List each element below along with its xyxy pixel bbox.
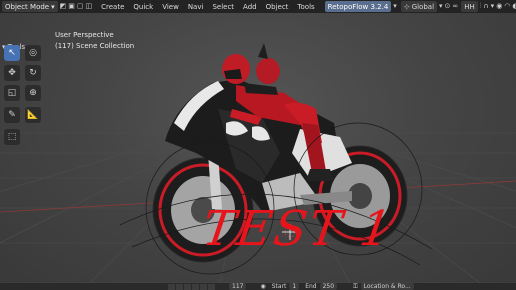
rotate-tool[interactable]: ↻ — [25, 65, 41, 81]
select-icon[interactable]: ▣ — [68, 2, 75, 11]
tool-shelf: ↖ ◎ ✥ ↻ ◱ ⊕ ✎ 📐 ⬚ — [1, 45, 47, 170]
timeline-bar: 117 ◉ Start 1 End 250 ⚿ Location & Ro... — [0, 283, 516, 290]
end-frame-field[interactable]: 250 — [319, 283, 338, 290]
move-tool[interactable]: ✥ — [4, 65, 20, 81]
menu-add[interactable]: Add — [243, 3, 257, 11]
retopoflow-label: RetopoFlow 3.2.4 — [327, 2, 389, 11]
start-frame-field[interactable]: 1 — [289, 283, 300, 290]
deselect-icon[interactable]: ▢ — [77, 2, 84, 11]
pivot-icon[interactable]: ⊙ — [445, 2, 451, 11]
overlay-test-text: TEST 1 — [199, 201, 397, 257]
hh-button[interactable]: HH — [461, 1, 478, 12]
scene-collection-label: (117) Scene Collection — [55, 42, 135, 50]
next-keyframe-icon[interactable] — [200, 283, 207, 290]
transform-tool[interactable]: ⊕ — [25, 85, 41, 101]
menu-navi[interactable]: Navi — [188, 3, 204, 11]
menu-object[interactable]: Object — [266, 3, 289, 11]
orientation-icon: ⊹ — [403, 2, 410, 11]
snap-icon[interactable]: ⫶ — [480, 2, 482, 11]
keying-set-field[interactable]: Location & Ro... — [360, 283, 414, 290]
chevron-down-icon[interactable]: ▾ — [491, 2, 495, 11]
orientation-selector[interactable]: ⊹ Global — [400, 1, 438, 12]
orientation-label: Global — [411, 2, 435, 11]
menu-view[interactable]: View — [162, 3, 179, 11]
scale-tool[interactable]: ◱ — [4, 85, 20, 101]
retopoflow-button[interactable]: RetopoFlow 3.2.4 — [324, 1, 392, 12]
annotate-tool[interactable]: ✎ — [4, 107, 20, 123]
link-icon[interactable]: ∞ — [452, 2, 458, 11]
falloff-icon[interactable]: ◠ — [504, 2, 510, 11]
mode-label: Object Mode — [5, 2, 50, 11]
prev-keyframe-icon[interactable] — [176, 283, 183, 290]
start-label: Start — [271, 283, 287, 290]
jump-start-icon[interactable] — [168, 283, 175, 290]
view-icon[interactable]: ◩ — [60, 2, 67, 11]
chevron-down-icon[interactable]: ▾ — [439, 2, 443, 11]
proportional-icon[interactable]: ◉ — [496, 2, 502, 11]
menu-select[interactable]: Select — [212, 3, 234, 11]
hh-label: HH — [464, 2, 475, 11]
cursor-tool[interactable]: ◎ — [25, 45, 41, 61]
play-icon[interactable] — [192, 283, 199, 290]
menu-create[interactable]: Create — [101, 3, 124, 11]
jump-end-icon[interactable] — [208, 283, 215, 290]
record-icon[interactable]: ◉ — [260, 283, 265, 290]
overlay-icon[interactable]: ◐ — [512, 2, 516, 11]
chevron-down-icon: ▾ — [51, 2, 55, 11]
menu-quick[interactable]: Quick — [133, 3, 153, 11]
viewport-perspective-label: User Perspective — [55, 31, 114, 39]
current-frame-field[interactable]: 117 — [229, 283, 247, 290]
menu-tools[interactable]: Tools — [297, 3, 314, 11]
play-reverse-icon[interactable] — [184, 283, 191, 290]
keying-icon[interactable]: ⚿ — [353, 283, 358, 290]
magnet-icon[interactable]: ∩ — [484, 2, 489, 11]
invert-icon[interactable]: ◫ — [86, 2, 93, 11]
mode-selector[interactable]: Object Mode ▾ — [2, 1, 58, 12]
header-bar: Object Mode ▾ ◩ ▣ ▢ ◫ Create Quick View … — [0, 0, 516, 13]
end-label: End — [305, 283, 317, 290]
measure-tool[interactable]: 📐 — [25, 107, 41, 123]
3d-viewport[interactable]: ▾ Tools ↖ ◎ ✥ ↻ ◱ ⊕ ✎ 📐 ⬚ User Perspecti… — [0, 13, 516, 283]
select-box-tool[interactable]: ↖ — [4, 45, 20, 61]
add-cube-tool[interactable]: ⬚ — [4, 129, 20, 145]
chevron-down-icon[interactable]: ▾ — [393, 2, 397, 11]
